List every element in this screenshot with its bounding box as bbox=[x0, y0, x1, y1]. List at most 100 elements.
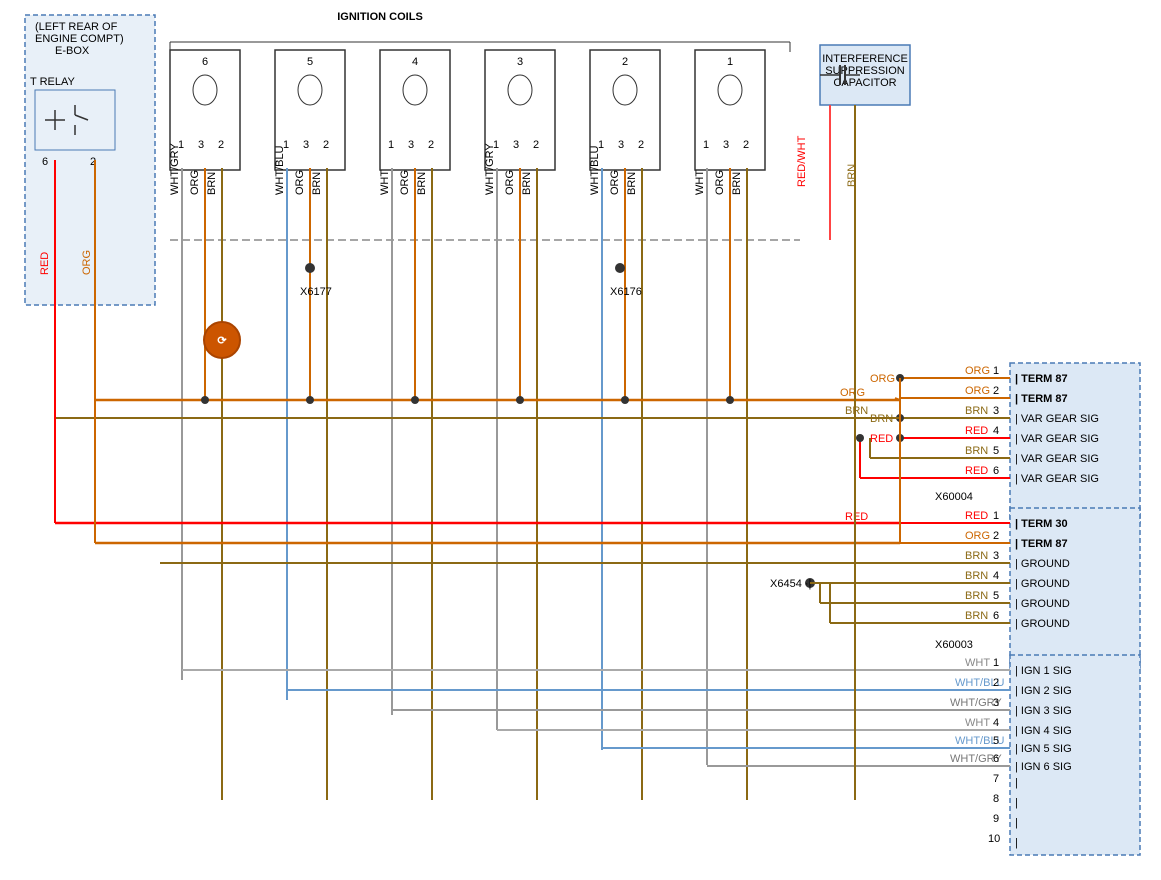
coil1-pin3: 3 bbox=[723, 139, 729, 151]
ign3-num: 3 bbox=[993, 697, 999, 709]
x60003-pin2-num: 2 bbox=[993, 530, 999, 542]
ign10-num: 10 bbox=[988, 833, 1000, 845]
x60004-pin2-label: | TERM 87 bbox=[1015, 393, 1068, 405]
interference-label: INTERFERENCE bbox=[822, 53, 908, 65]
coil6-wire1: WHT/GRY bbox=[169, 143, 181, 195]
x60004-label: X60004 bbox=[935, 491, 973, 503]
ign5-num: 5 bbox=[993, 735, 999, 747]
x60004-pin1-color2: ORG bbox=[965, 365, 990, 377]
ign6-num: 6 bbox=[993, 753, 999, 765]
x60003-pin2-label: | TERM 87 bbox=[1015, 538, 1068, 550]
x60003-pin3-label: | GROUND bbox=[1015, 558, 1070, 570]
x60004-pin5-label: | VAR GEAR SIG bbox=[1015, 453, 1099, 465]
coil4-wire1: WHT bbox=[379, 170, 391, 195]
coil5-wire2: ORG bbox=[294, 170, 306, 195]
brn-bus-label: BRN bbox=[845, 405, 868, 417]
coil3-wire1: WHT/GRY bbox=[484, 143, 496, 195]
x60004-pin1-num: 1 bbox=[993, 365, 999, 377]
x60003-pin4-label: | GROUND bbox=[1015, 578, 1070, 590]
t-relay-label: T RELAY bbox=[30, 76, 75, 88]
coil4-pin1: 1 bbox=[388, 139, 394, 151]
coil1-pin2: 2 bbox=[743, 139, 749, 151]
x6177-label: X6177 bbox=[300, 286, 332, 298]
coil5-wire3: BRN bbox=[311, 172, 323, 195]
coil4-label: 4 bbox=[412, 56, 418, 68]
x60004-pin4-label: | VAR GEAR SIG bbox=[1015, 433, 1099, 445]
coil5-label: 5 bbox=[307, 56, 313, 68]
coil2-label: 2 bbox=[622, 56, 628, 68]
x60004-pin2-color: ORG bbox=[965, 385, 990, 397]
x60004-pin5-num: 5 bbox=[993, 445, 999, 457]
coil4-pin3: 3 bbox=[408, 139, 414, 151]
x60004-pin4-num: 4 bbox=[993, 425, 999, 437]
x60004-pin4-color-left: RED bbox=[870, 433, 893, 445]
x60003-pin3-color: BRN bbox=[965, 550, 988, 562]
x60003-pin5-color: BRN bbox=[965, 590, 988, 602]
ign3-label: | IGN 3 SIG bbox=[1015, 705, 1072, 717]
x60004-pin3-num: 3 bbox=[993, 405, 999, 417]
ign8-label: | bbox=[1015, 797, 1018, 809]
coil4-wire3: BRN bbox=[416, 172, 428, 195]
x60004-pin4-color: RED bbox=[965, 425, 988, 437]
x60003-pin1-num: 1 bbox=[993, 510, 999, 522]
engine-compt-label: ENGINE COMPT) bbox=[35, 33, 124, 45]
x60003-pin3-num: 3 bbox=[993, 550, 999, 562]
relay-symbol: ⟳ bbox=[217, 335, 227, 347]
coil4-pin2: 2 bbox=[428, 139, 434, 151]
x60003-pin6-num: 6 bbox=[993, 610, 999, 622]
ign4-label: | IGN 4 SIG bbox=[1015, 725, 1072, 737]
wiring-diagram: IGNITION COILS (LEFT REAR OF ENGINE COMP… bbox=[0, 0, 1161, 880]
x60004-pin6-num: 6 bbox=[993, 465, 999, 477]
pin6-label: 6 bbox=[42, 156, 48, 168]
ign4-color: WHT bbox=[965, 717, 990, 729]
coil1-label: 1 bbox=[727, 56, 733, 68]
brn-cap-label: BRN bbox=[846, 164, 858, 187]
coil1-wire1: WHT bbox=[694, 170, 706, 195]
x60003-pin4-color: BRN bbox=[965, 570, 988, 582]
coil2-pin3: 3 bbox=[618, 139, 624, 151]
coil3-label: 3 bbox=[517, 56, 523, 68]
coil2-wire3: BRN bbox=[626, 172, 638, 195]
left-rear-label: (LEFT REAR OF bbox=[35, 21, 118, 33]
x60004-pin1-label: | TERM 87 bbox=[1015, 373, 1068, 385]
coil5-pin3: 3 bbox=[303, 139, 309, 151]
ign1-label: | IGN 1 SIG bbox=[1015, 665, 1072, 677]
coil6-pin2: 2 bbox=[218, 139, 224, 151]
ign7-num: 7 bbox=[993, 773, 999, 785]
x60004-pin2-num: 2 bbox=[993, 385, 999, 397]
red-wire-label: RED bbox=[39, 252, 51, 275]
x6454-label: X6454 ·| bbox=[770, 578, 811, 590]
coil3-wire2: ORG bbox=[504, 170, 516, 195]
x60004-pin6-color: RED bbox=[965, 465, 988, 477]
ign2-num: 2 bbox=[993, 677, 999, 689]
x60003-pin1-label: | TERM 30 bbox=[1015, 518, 1068, 530]
ign9-label: | bbox=[1015, 817, 1018, 829]
ign10-label: | bbox=[1015, 837, 1018, 849]
coil3-wire3: BRN bbox=[521, 172, 533, 195]
ign7-label: | bbox=[1015, 777, 1018, 789]
x60004-pin5-color: BRN bbox=[965, 445, 988, 457]
coil4-wire2: ORG bbox=[399, 170, 411, 195]
x60004-pin3-color: BRN bbox=[965, 405, 988, 417]
x60003-pin1-color: RED bbox=[965, 510, 988, 522]
ebox-label: E-BOX bbox=[55, 45, 90, 57]
x60003-pin5-num: 5 bbox=[993, 590, 999, 602]
coil6-label: 6 bbox=[202, 56, 208, 68]
coil3-pin2: 2 bbox=[533, 139, 539, 151]
x60003-label: X60003 bbox=[935, 639, 973, 651]
x60003-pin2-color: ORG bbox=[965, 530, 990, 542]
coil1-wire3: BRN bbox=[731, 172, 743, 195]
coil3-pin3: 3 bbox=[513, 139, 519, 151]
ign4-num: 4 bbox=[993, 717, 999, 729]
red-bus-label: RED bbox=[845, 511, 868, 523]
ign8-num: 8 bbox=[993, 793, 999, 805]
org-wire-label-left: ORG bbox=[81, 250, 93, 275]
ign2-label: | IGN 2 SIG bbox=[1015, 685, 1072, 697]
coil2-pin2: 2 bbox=[638, 139, 644, 151]
x60004-pin6-label: | VAR GEAR SIG bbox=[1015, 473, 1099, 485]
ign1-num: 1 bbox=[993, 657, 999, 669]
x60004-pin3-label: | VAR GEAR SIG bbox=[1015, 413, 1099, 425]
coil6-wire3: BRN bbox=[206, 172, 218, 195]
x60003-pin5-label: | GROUND bbox=[1015, 598, 1070, 610]
coil6-pin3: 3 bbox=[198, 139, 204, 151]
